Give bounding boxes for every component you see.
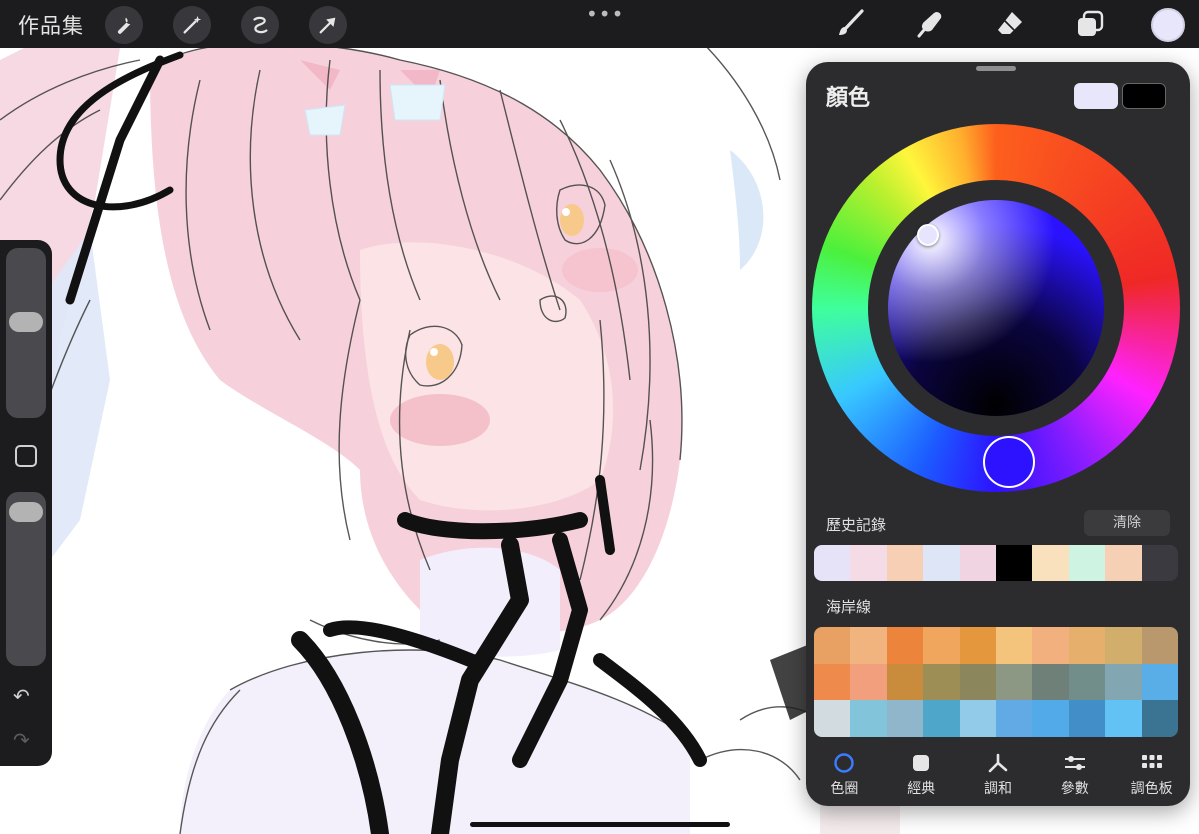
secondary-color-swatch[interactable] [1122, 83, 1166, 109]
color-button[interactable] [1151, 8, 1185, 42]
palette-swatch[interactable] [1068, 663, 1106, 701]
top-toolbar: 作品集 ••• [0, 0, 1199, 48]
saturation-brightness-knob[interactable] [917, 224, 939, 246]
actions-wrench-button[interactable] [105, 6, 143, 44]
tab-label: 參數 [1060, 781, 1089, 797]
opacity-slider[interactable] [6, 492, 46, 666]
palette-name: 海岸線 [826, 598, 872, 616]
palette-swatch[interactable] [959, 663, 996, 701]
magic-wand-icon [183, 15, 202, 34]
palette-grid-icon [1141, 755, 1162, 768]
smudge-tool-button[interactable] [910, 4, 950, 44]
tab-value[interactable]: 參數 [1036, 750, 1113, 800]
tab-disc[interactable]: 色圈 [806, 750, 883, 800]
undo-button[interactable]: ↶ [13, 684, 30, 708]
palette-swatch[interactable] [1068, 700, 1106, 737]
selection-button[interactable] [241, 6, 279, 44]
palette-swatch[interactable] [886, 700, 924, 737]
palette-swatch[interactable] [1105, 627, 1142, 664]
history-swatches [814, 545, 1178, 581]
transform-arrow-icon [319, 17, 336, 34]
tab-label: 調和 [983, 781, 1012, 797]
palette-swatch[interactable] [1141, 700, 1178, 737]
wrench-icon [117, 17, 131, 34]
history-swatch[interactable] [1141, 545, 1178, 581]
undo-icon: ↶ [13, 684, 30, 708]
classic-square-icon [913, 755, 930, 771]
eraser-tool-button[interactable] [990, 4, 1030, 44]
layers-button[interactable] [1070, 4, 1110, 44]
palette-swatch[interactable] [923, 663, 960, 701]
color-panel: 顏色 歷史記錄 清除 海岸線 色圈 經典 調和 參數 調色板 [806, 62, 1190, 806]
palette-swatch[interactable] [923, 627, 960, 664]
palette-swatch[interactable] [1032, 700, 1069, 737]
palette-swatch[interactable] [1032, 627, 1069, 664]
history-swatch[interactable] [886, 545, 924, 581]
clear-history-button[interactable]: 清除 [1084, 510, 1170, 536]
redo-button[interactable]: ↷ [13, 728, 30, 752]
opacity-knob[interactable] [9, 501, 43, 522]
history-swatch[interactable] [814, 545, 851, 581]
palette-swatch[interactable] [886, 627, 924, 664]
palette-swatch[interactable] [814, 663, 851, 701]
palette-swatch[interactable] [1032, 663, 1069, 701]
history-swatch[interactable] [1105, 545, 1142, 581]
palette-swatch[interactable] [923, 700, 960, 737]
brush-size-knob[interactable] [9, 311, 43, 332]
palette-swatch[interactable] [959, 627, 996, 664]
palette-swatch[interactable] [1141, 663, 1178, 701]
harmony-icon [988, 753, 1008, 773]
tab-classic[interactable]: 經典 [883, 750, 960, 800]
adjustments-button[interactable] [173, 6, 211, 44]
layers-icon [1078, 10, 1104, 36]
history-swatch[interactable] [850, 545, 887, 581]
palette-swatch[interactable] [850, 700, 887, 737]
eraser-icon [998, 12, 1022, 34]
redo-icon: ↷ [13, 728, 30, 752]
palette-swatch[interactable] [1105, 663, 1142, 701]
brush-size-slider[interactable] [6, 248, 46, 418]
palette-swatch[interactable] [959, 700, 996, 737]
more-options-button[interactable]: ••• [586, 2, 624, 26]
history-label: 歷史記錄 [826, 516, 887, 534]
palette-swatch[interactable] [814, 700, 851, 737]
palette-swatch[interactable] [1141, 627, 1178, 664]
palette-swatch[interactable] [996, 663, 1033, 701]
tab-label: 經典 [907, 781, 936, 797]
panel-grabber[interactable] [976, 66, 1016, 71]
gallery-button[interactable]: 作品集 [18, 10, 84, 40]
home-indicator [470, 822, 730, 827]
tab-palettes[interactable]: 調色板 [1113, 750, 1190, 800]
brush-tool-button[interactable] [830, 4, 870, 44]
modify-button[interactable] [15, 445, 37, 467]
palette-swatch[interactable] [996, 627, 1033, 664]
palette-swatches [814, 627, 1178, 737]
history-swatch[interactable] [923, 545, 960, 581]
tab-harmony[interactable]: 調和 [960, 750, 1037, 800]
palette-swatch[interactable] [886, 663, 924, 701]
palette-swatch[interactable] [814, 627, 851, 664]
palette-swatch[interactable] [1068, 627, 1106, 664]
brush-icon [839, 9, 864, 35]
color-mode-tabs: 色圈 經典 調和 參數 調色板 [806, 750, 1190, 800]
history-swatch[interactable] [1032, 545, 1069, 581]
selection-icon [253, 16, 268, 34]
disc-icon [834, 753, 855, 773]
history-swatch[interactable] [1068, 545, 1106, 581]
palette-swatch[interactable] [850, 663, 887, 701]
primary-color-swatch[interactable] [1074, 83, 1118, 109]
panel-title: 顏色 [826, 86, 871, 111]
palette-swatch[interactable] [996, 700, 1033, 737]
history-swatch[interactable] [959, 545, 997, 581]
hue-knob[interactable] [983, 436, 1035, 488]
history-swatch[interactable] [996, 545, 1033, 581]
left-sidebar: ↶ ↷ [0, 240, 52, 766]
palette-swatch[interactable] [1105, 700, 1142, 737]
transform-button[interactable] [309, 6, 347, 44]
palette-swatch[interactable] [850, 627, 887, 664]
tab-label: 色圈 [830, 781, 859, 797]
tab-label: 調色板 [1130, 781, 1173, 797]
smudge-icon [917, 12, 942, 38]
sliders-icon [1064, 756, 1085, 770]
